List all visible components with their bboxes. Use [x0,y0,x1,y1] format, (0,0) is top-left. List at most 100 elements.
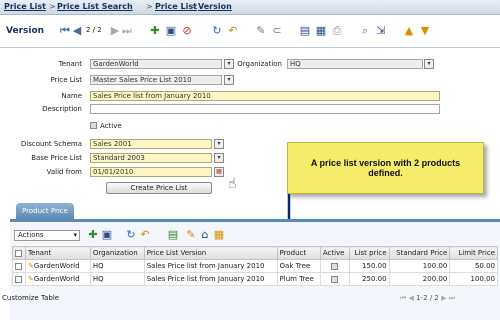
breadcrumb-price-list-search[interactable]: Price List Search [57,2,133,11]
save-icon[interactable]: ▣ [164,24,178,38]
next-page-icon[interactable]: ▶ [441,294,446,302]
table-row[interactable]: ✎GardenWorld HQ Sales Price list from Ja… [12,272,498,286]
attachment-icon[interactable]: ✎ [254,24,268,38]
row-select-cell[interactable] [12,272,26,286]
row-checkbox[interactable] [15,275,22,283]
base-price-list-field[interactable]: Standard 2003 [90,153,212,163]
previous-page-icon[interactable]: ◀ [409,294,414,302]
column-organization[interactable]: Organization [89,246,145,260]
cell-standard-price: 200.00 [388,272,451,286]
cell-price-list-version: Sales Price list from January 2010 [143,259,278,273]
active-label: Active [100,122,122,130]
select-all-header[interactable] [12,246,26,260]
active-checkbox[interactable] [90,122,97,129]
grid-undo-icon[interactable]: ↶ [138,228,152,242]
export-icon[interactable]: ⇲ [374,24,388,38]
price-list-field[interactable]: Master Sales Price List 2010 [90,75,222,85]
column-product[interactable]: Product [276,246,321,260]
organization-field[interactable]: HQ [287,59,423,69]
cell-list-price: 250.00 [348,272,390,286]
cell-organization: HQ [89,272,145,286]
base-price-list-label: Base Price List [31,154,82,162]
column-standard-price[interactable]: Standard Price [388,246,451,260]
column-price-list-version[interactable]: Price List Version [143,246,278,260]
search-icon[interactable]: ⌕ [358,24,372,38]
link-icon[interactable]: ⊂ [270,24,284,38]
column-list-price[interactable]: List price [348,246,390,260]
tenant-field[interactable]: GardenWorld [90,59,222,69]
organization-label: Organization [237,60,282,68]
name-field[interactable]: Sales Price list from January 2010 [90,91,440,101]
calendar-icon[interactable]: ▦ [214,167,224,177]
description-field[interactable] [90,104,440,114]
organization-dropdown-icon[interactable]: ▾ [424,59,434,69]
grid-edit-icon[interactable]: ✎ [184,228,198,242]
cell-active [319,259,350,273]
last-page-icon[interactable]: ⏭ [449,294,455,302]
actions-label: Actions [18,231,44,239]
customize-table-link[interactable]: Customize Table [2,294,59,302]
cell-organization: HQ [89,259,145,273]
select-all-checkbox[interactable] [15,249,22,257]
print-icon[interactable]: ⎙ [330,24,344,38]
column-active[interactable]: Active [319,246,350,260]
previous-record-icon[interactable]: ◀ [70,24,84,38]
chevron-down-icon: ▾ [73,231,77,239]
discount-schema-field[interactable]: Sales 2001 [90,139,212,149]
cell-product: Oak Tree [276,259,321,273]
column-tenant[interactable]: Tenant [24,246,91,260]
last-record-icon[interactable]: ⏭ [120,24,134,38]
cell-tenant-text: GardenWorld [33,275,80,283]
form-view-icon[interactable]: ▦ [314,24,328,38]
valid-from-label: Valid from [46,168,82,176]
breadcrumb-separator: > [190,2,197,11]
hand-cursor-icon: ☝ [228,176,237,192]
move-up-icon[interactable]: ▲ [402,24,416,38]
valid-from-field[interactable]: 01/01/2010 [90,167,212,177]
create-price-list-button[interactable]: Create Price List [106,182,212,194]
callout-text: A price list version with 2 products def… [310,158,461,178]
active-checkbox [331,262,339,270]
description-label: Description [42,105,82,113]
grid-add-row-icon[interactable]: ▤ [166,228,180,242]
cell-limit-price: 100.00 [449,272,498,286]
new-record-icon[interactable]: ✚ [148,24,162,38]
breadcrumb-separator: > [146,2,153,11]
grid-report-icon[interactable]: ▦ [212,228,226,242]
cell-price-list-version: Sales Price list from January 2010 [143,272,278,286]
row-checkbox[interactable] [15,262,22,270]
product-price-table: Tenant Organization Price List Version P… [12,246,498,286]
discount-schema-dropdown-icon[interactable]: ▾ [214,139,224,149]
active-checkbox [331,275,339,283]
undo-icon[interactable]: ↶ [226,24,240,38]
delete-icon[interactable]: ⊘ [180,24,194,38]
move-down-icon[interactable]: ▼ [418,24,432,38]
grid-view-icon[interactable]: ▤ [298,24,312,38]
record-toolbar: Version ⏮ ◀ 2 / 2 ▶ ⏭ ✚ ▣ ⊘ ↻ ↶ ✎ ⊂ ▤ ▦ … [0,16,500,48]
breadcrumb-price-list[interactable]: Price List [4,2,46,11]
name-label: Name [61,92,82,100]
column-limit-price[interactable]: Limit Price [449,246,498,260]
base-price-list-dropdown-icon[interactable]: ▾ [214,153,224,163]
grid-new-icon[interactable]: ✚ [86,228,100,242]
cell-tenant: ✎GardenWorld [24,259,91,273]
refresh-icon[interactable]: ↻ [210,24,224,38]
grid-refresh-icon[interactable]: ↻ [124,228,138,242]
cell-product: Plum Tree [276,272,321,286]
cell-limit-price: 50.00 [449,259,498,273]
actions-select[interactable]: Actions ▾ [14,230,80,241]
grid-home-icon[interactable]: ⌂ [198,228,212,242]
price-list-dropdown-icon[interactable]: ▾ [224,75,234,85]
table-row[interactable]: ✎GardenWorld HQ Sales Price list from Ja… [12,259,498,273]
discount-schema-label: Discount Schema [20,140,82,148]
row-select-cell[interactable] [12,259,26,273]
breadcrumb: Price List > Price List Search > Price L… [0,0,500,15]
annotation-callout: A price list version with 2 products def… [287,142,484,194]
breadcrumb-separator: > [49,2,56,11]
first-page-icon[interactable]: ⏮ [400,294,406,302]
price-list-label: Price List [50,76,82,84]
cell-tenant-text: GardenWorld [33,262,80,270]
tab-product-price[interactable]: Product Price [16,203,74,219]
breadcrumb-version[interactable]: Version [198,2,232,11]
grid-save-icon[interactable]: ▣ [100,228,114,242]
